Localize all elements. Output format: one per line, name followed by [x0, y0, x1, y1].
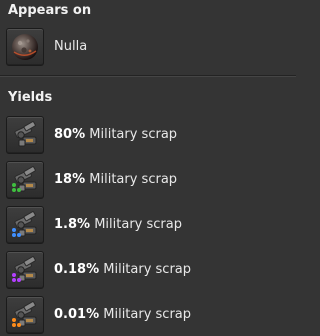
tooltip-panel: Appears on Nulla Yields 80% Military scr… [0, 0, 296, 336]
yield-slot[interactable] [6, 251, 44, 289]
yield-percent: 0.01% [54, 307, 100, 322]
yield-item-name: Military scrap [103, 262, 192, 277]
yield-item-name: Military scrap [103, 307, 192, 322]
yield-slot[interactable] [6, 206, 44, 244]
section-divider [0, 75, 296, 77]
yield-label: 80% Military scrap [54, 127, 177, 143]
planet-slot[interactable] [6, 28, 44, 66]
military-scrap-icon [12, 256, 37, 282]
military-scrap-icon [12, 301, 37, 327]
planet-name: Nulla [54, 39, 88, 54]
yield-item-name: Military scrap [89, 172, 178, 187]
appears-on-heading: Appears on [8, 3, 92, 18]
yield-item-name: Military scrap [94, 217, 182, 232]
yield-label: 18% Military scrap [54, 172, 177, 188]
yield-slot[interactable] [6, 296, 44, 334]
yield-slot[interactable] [6, 116, 44, 154]
military-scrap-icon [14, 121, 37, 147]
yield-percent: 0.18% [54, 262, 100, 277]
yield-label: 0.18% Military scrap [54, 262, 191, 278]
yield-percent: 80% [54, 127, 86, 142]
yields-heading: Yields [8, 90, 53, 105]
military-scrap-icon [12, 211, 37, 237]
yield-percent: 18% [54, 172, 86, 187]
yield-label: 1.8% Military scrap [54, 217, 182, 233]
planet-icon [12, 34, 38, 60]
military-scrap-icon [12, 166, 37, 192]
yield-label: 0.01% Military scrap [54, 307, 191, 323]
yield-percent: 1.8% [54, 217, 91, 232]
yield-slot[interactable] [6, 161, 44, 199]
yield-item-name: Military scrap [89, 127, 178, 142]
